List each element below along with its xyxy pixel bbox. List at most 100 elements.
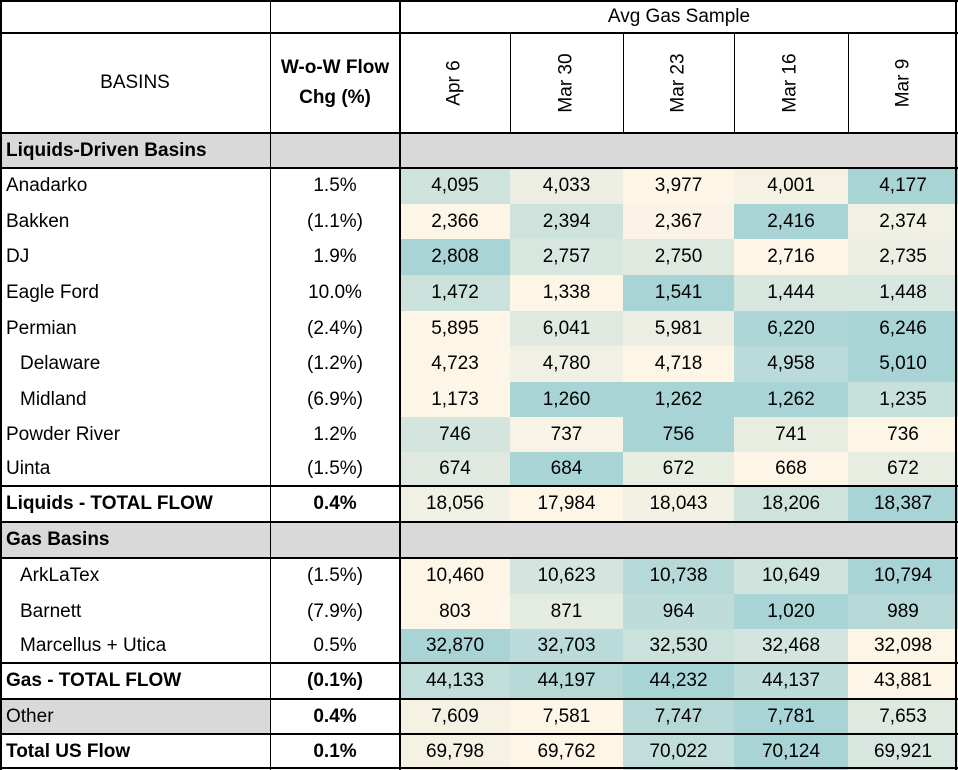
wow-change-cell: 1.9%	[313, 246, 357, 267]
flow-value-cell: 1,173	[400, 382, 510, 417]
flow-value-cell: 736	[848, 417, 958, 452]
flow-value-cell: 18,206	[734, 486, 848, 522]
flow-value-cell: 43,881	[848, 663, 958, 699]
flow-value-cell: 1,260	[510, 382, 623, 417]
section-fill	[270, 133, 958, 168]
date-label: Apr 6	[443, 60, 465, 106]
flow-value-cell: 5,010	[848, 346, 958, 382]
flow-value-cell: 7,581	[510, 699, 623, 734]
row-label: Gas Basins	[0, 522, 270, 558]
wow-change-cell: 0.5%	[313, 635, 357, 656]
row-label: ArkLaTex	[20, 565, 100, 586]
flow-value-cell: 2,750	[623, 239, 734, 275]
wow-change-cell: 0.4%	[313, 493, 357, 514]
flow-value-cell: 964	[623, 594, 734, 629]
flow-value-cell: 2,808	[400, 239, 510, 275]
flow-value-cell: 672	[848, 452, 958, 486]
flow-value-cell: 684	[510, 452, 623, 486]
grid-line	[510, 33, 511, 133]
flow-value-cell: 10,460	[400, 558, 510, 594]
row-label: Eagle Ford	[6, 282, 99, 303]
flow-value-cell: 989	[848, 594, 958, 629]
column-header-date: Mar 16	[734, 33, 848, 133]
flow-value-cell: 4,033	[510, 168, 623, 204]
flow-value-cell: 2,716	[734, 239, 848, 275]
grid-line	[0, 662, 958, 664]
flow-value-cell: 10,649	[734, 558, 848, 594]
grid-line	[0, 132, 958, 134]
row-label: Marcellus + Utica	[20, 635, 167, 656]
grid-line	[0, 485, 958, 487]
flow-value-cell: 1,262	[734, 382, 848, 417]
flow-value-cell: 871	[510, 594, 623, 629]
flow-value-cell: 3,977	[623, 168, 734, 204]
flow-value-cell: 1,235	[848, 382, 958, 417]
flow-value-cell: 746	[400, 417, 510, 452]
row-label: Bakken	[6, 210, 70, 232]
grid-line	[399, 0, 401, 770]
flow-value-cell: 4,723	[400, 346, 510, 382]
wow-change-cell: 1.2%	[313, 423, 357, 445]
grid-line	[0, 698, 958, 700]
flow-value-cell: 32,468	[734, 629, 848, 663]
flow-value-cell: 70,124	[734, 734, 848, 770]
group-title: Avg Gas Sample	[607, 5, 751, 27]
flow-value-cell: 18,056	[400, 486, 510, 522]
flow-value-cell: 1,541	[623, 275, 734, 311]
flow-value-cell: 2,394	[510, 204, 623, 239]
grid-line	[0, 767, 958, 769]
grid-line	[0, 733, 958, 735]
flow-value-cell: 7,747	[623, 699, 734, 734]
section-fill	[270, 522, 958, 558]
flow-value-cell: 44,133	[400, 663, 510, 699]
flow-value-cell: 18,387	[848, 486, 958, 522]
flow-value-cell: 70,022	[623, 734, 734, 770]
flow-value-cell: 10,623	[510, 558, 623, 594]
flow-value-cell: 7,609	[400, 699, 510, 734]
column-header-date: Mar 9	[848, 33, 958, 133]
flow-value-cell: 737	[510, 417, 623, 452]
wow-change-cell: (6.9%)	[307, 388, 363, 410]
wow-change-cell: (1.1%)	[307, 210, 363, 232]
wow-change-cell: (1.5%)	[307, 565, 363, 586]
grid-line	[955, 0, 957, 770]
grid-line	[0, 167, 958, 169]
wow-change-cell: (1.2%)	[307, 353, 363, 374]
wow-change-cell: (0.1%)	[307, 670, 363, 691]
flow-value-cell: 5,895	[400, 311, 510, 346]
gas-flow-table: Avg Gas Sample BASINS W-o-W Flow Chg (%)…	[0, 0, 958, 770]
flow-value-cell: 674	[400, 452, 510, 486]
flow-value-cell: 69,798	[400, 734, 510, 770]
flow-value-cell: 44,232	[623, 663, 734, 699]
flow-value-cell: 18,043	[623, 486, 734, 522]
flow-value-cell: 803	[400, 594, 510, 629]
column-header-date: Mar 23	[623, 33, 734, 133]
grid-line	[0, 0, 2, 770]
flow-value-cell: 741	[734, 417, 848, 452]
flow-value-cell: 7,653	[848, 699, 958, 734]
column-header-basins: BASINS	[100, 72, 170, 93]
flow-value-cell: 1,020	[734, 594, 848, 629]
column-header-change-line1: W-o-W Flow	[280, 57, 390, 78]
grid-line	[0, 557, 958, 559]
flow-value-cell: 2,735	[848, 239, 958, 275]
column-header-date: Mar 30	[510, 33, 623, 133]
wow-change-cell: (7.9%)	[307, 600, 363, 622]
flow-value-cell: 2,366	[400, 204, 510, 239]
flow-value-cell: 1,262	[623, 382, 734, 417]
flow-value-cell: 1,444	[734, 275, 848, 311]
row-label: Delaware	[20, 353, 101, 374]
flow-value-cell: 32,530	[623, 629, 734, 663]
date-label: Mar 16	[779, 53, 801, 113]
flow-value-cell: 44,197	[510, 663, 623, 699]
flow-value-cell: 4,095	[400, 168, 510, 204]
flow-value-cell: 69,921	[848, 734, 958, 770]
grid-line	[623, 33, 624, 133]
wow-change-cell: (2.4%)	[307, 317, 363, 339]
row-label: Permian	[6, 317, 77, 339]
row-label: Gas - TOTAL FLOW	[6, 670, 182, 691]
column-header-change-line2: Chg (%)	[299, 87, 371, 108]
flow-value-cell: 668	[734, 452, 848, 486]
flow-value-cell: 756	[623, 417, 734, 452]
flow-value-cell: 4,958	[734, 346, 848, 382]
